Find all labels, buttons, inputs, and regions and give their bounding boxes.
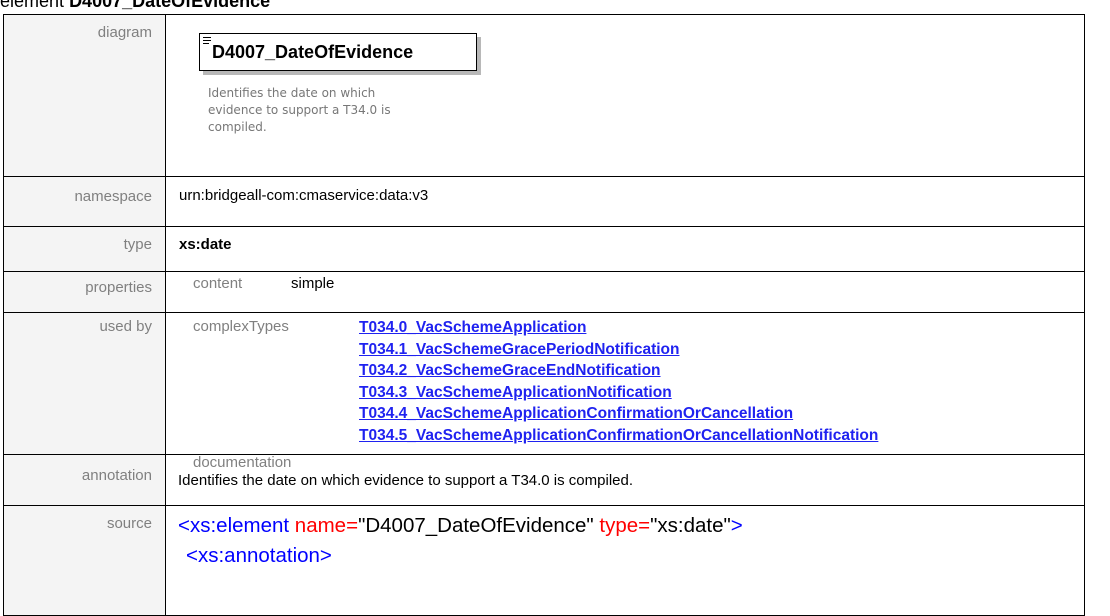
source-attr-value: "xs:date" (650, 514, 731, 537)
used-by-link[interactable]: T034.5_VacSchemeApplicationConfirmationO… (359, 427, 878, 444)
source-row: source <xs:element name="D4007_DateOfEvi… (3, 505, 1085, 616)
diagram-label: diagram (3, 14, 166, 177)
source-tag-close: > (730, 514, 743, 537)
element-doc-table: diagram D4007_DateOfEvidence Identifies … (3, 14, 1085, 616)
diagram-doc-line: compiled. (208, 120, 267, 134)
element-heading: element D4007_DateOfEvidence (0, 0, 270, 12)
diagram-element-name: D4007_DateOfEvidence (212, 42, 414, 62)
used-by-link[interactable]: T034.1_VacSchemeGracePeriodNotification (359, 341, 679, 358)
source-code-line: <xs:annotation> (186, 544, 332, 568)
type-value: xs:date (179, 236, 232, 253)
list-item: T034.3_VacSchemeApplicationNotification (359, 383, 878, 405)
source-label: source (3, 505, 166, 616)
content-property-label: content (193, 275, 243, 292)
used-by-label: used by (3, 312, 166, 455)
used-by-link[interactable]: T034.2_VacSchemeGraceEndNotification (359, 362, 661, 379)
source-attr-name: type= (593, 514, 651, 537)
namespace-row: namespace urn:bridgeall-com:cmaservice:d… (3, 176, 1085, 227)
list-item: T034.0_VacSchemeApplication (359, 318, 878, 340)
namespace-cell: urn:bridgeall-com:cmaservice:data:v3 (165, 176, 1085, 227)
used-by-row: used by complexTypes T034.0_VacSchemeApp… (3, 312, 1085, 455)
properties-label: properties (3, 271, 166, 313)
diagram-doc-line: Identifies the date on which (208, 86, 376, 100)
list-item: T034.4_VacSchemeApplicationConfirmationO… (359, 404, 878, 426)
list-item: T034.2_VacSchemeGraceEndNotification (359, 361, 878, 383)
complex-types-label: complexTypes (193, 318, 289, 335)
used-by-link[interactable]: T034.0_VacSchemeApplication (359, 319, 586, 336)
used-by-link[interactable]: T034.4_VacSchemeApplicationConfirmationO… (359, 405, 793, 422)
list-item: T034.5_VacSchemeApplicationConfirmationO… (359, 426, 878, 448)
diagram-cell: D4007_DateOfEvidence Identifies the date… (165, 14, 1085, 177)
annotation-row: annotation documentation Identifies the … (3, 454, 1085, 506)
used-by-cell: complexTypes T034.0_VacSchemeApplication… (165, 312, 1085, 455)
diagram-documentation: Identifies the date on which evidence to… (208, 85, 428, 136)
element-diagram-box[interactable]: D4007_DateOfEvidence (199, 33, 477, 71)
documentation-text: Identifies the date on which evidence to… (178, 472, 634, 489)
list-item: T034.1_VacSchemeGracePeriodNotification (359, 340, 878, 362)
namespace-label: namespace (3, 176, 166, 227)
annotation-label: annotation (3, 454, 166, 506)
element-lines-icon (203, 37, 211, 45)
used-by-link[interactable]: T034.3_VacSchemeApplicationNotification (359, 384, 672, 401)
used-by-link-list: T034.0_VacSchemeApplication T034.1_VacSc… (359, 318, 878, 447)
diagram-row: diagram D4007_DateOfEvidence Identifies … (3, 14, 1085, 177)
source-attr-name: name= (289, 514, 359, 537)
properties-cell: content simple (165, 271, 1085, 313)
properties-row: properties content simple (3, 271, 1085, 313)
type-cell: xs:date (165, 226, 1085, 272)
documentation-label: documentation (193, 454, 292, 471)
source-code-line: <xs:element name="D4007_DateOfEvidence" … (178, 514, 743, 538)
namespace-value: urn:bridgeall-com:cmaservice:data:v3 (179, 187, 429, 204)
source-tag-open: <xs:element (178, 514, 290, 537)
content-property-value: simple (291, 275, 335, 292)
diagram-doc-line: evidence to support a T34.0 is (208, 103, 391, 117)
annotation-cell: documentation Identifies the date on whi… (165, 454, 1085, 506)
heading-element-name: D4007_DateOfEvidence (69, 0, 271, 11)
source-cell: <xs:element name="D4007_DateOfEvidence" … (165, 505, 1085, 616)
type-row: type xs:date (3, 226, 1085, 272)
source-tag-open: <xs:annotation> (186, 544, 332, 567)
type-label: type (3, 226, 166, 272)
source-attr-value: "D4007_DateOfEvidence" (358, 514, 594, 537)
heading-prefix: element (0, 0, 65, 11)
